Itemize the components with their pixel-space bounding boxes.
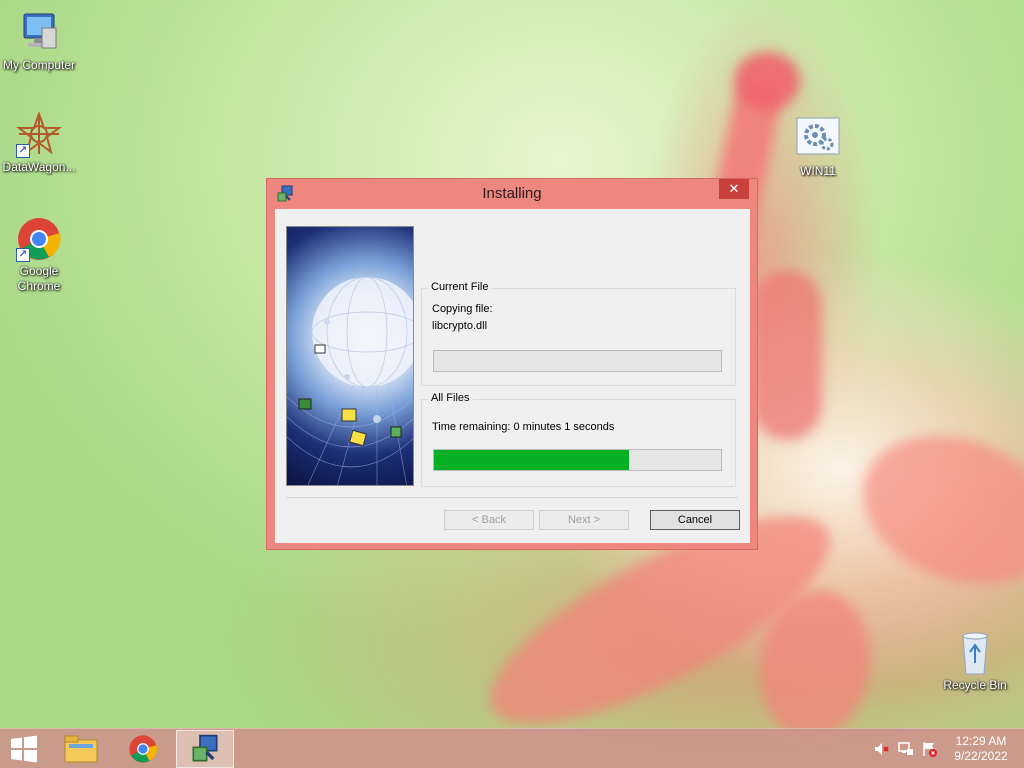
cancel-button[interactable]: Cancel <box>650 510 740 530</box>
shortcut-arrow-icon: ↗ <box>16 144 30 158</box>
all-files-progress-fill <box>434 450 630 470</box>
desktop-icon-datawagon[interactable]: ↗ DataWagon... <box>0 111 78 175</box>
chrome-icon: ↗ <box>16 216 62 262</box>
datawagon-icon: ↗ <box>16 111 62 158</box>
next-button[interactable]: Next > <box>539 510 629 530</box>
taskbar-file-explorer[interactable] <box>52 730 110 768</box>
taskbar-installer[interactable] <box>176 730 234 768</box>
file-explorer-icon <box>64 735 98 763</box>
desktop-icon-label: DataWagon... <box>2 160 76 174</box>
start-icon <box>11 735 37 763</box>
time-remaining-label: Time remaining: 0 minutes 1 seconds <box>432 421 615 433</box>
taskbar-chrome[interactable] <box>114 730 172 768</box>
installer-banner-image <box>286 226 414 486</box>
current-filename: libcrypto.dll <box>432 320 488 332</box>
dialog-titlebar[interactable]: Installing ✕ <box>267 179 757 209</box>
close-button[interactable]: ✕ <box>719 179 749 199</box>
system-clock[interactable]: 12:29 AM 9/22/2022 <box>946 734 1016 764</box>
gear-file-icon <box>795 116 841 162</box>
dialog-title: Installing <box>482 185 542 202</box>
desktop-icon-label: My Computer <box>2 58 76 72</box>
installing-dialog: Installing ✕ Current File Copying file: … <box>266 178 758 550</box>
volume-muted-icon[interactable] <box>874 741 890 757</box>
action-center-icon[interactable] <box>922 741 938 757</box>
taskbar: 12:29 AM 9/22/2022 <box>0 728 1024 768</box>
copying-file-label: Copying file: <box>432 303 493 315</box>
current-file-legend: Current File <box>428 281 492 293</box>
network-icon[interactable] <box>898 741 914 757</box>
desktop-icon-label: Recycle Bin <box>943 678 1007 692</box>
start-button[interactable] <box>0 730 48 768</box>
desktop-icon-label: WIN11 <box>800 164 836 178</box>
shortcut-arrow-icon: ↗ <box>16 248 30 262</box>
computer-icon <box>16 10 62 56</box>
close-icon: ✕ <box>728 181 740 196</box>
all-files-group: All Files Time remaining: 0 minutes 1 se… <box>421 392 736 487</box>
desktop-icon-google-chrome[interactable]: ↗ Google Chrome <box>0 216 78 294</box>
current-file-progress-bar <box>433 350 722 372</box>
desktop-icon-win11[interactable]: WIN11 <box>779 116 857 179</box>
clock-time: 12:29 AM <box>955 734 1007 748</box>
desktop-icon-my-computer[interactable]: My Computer <box>0 10 78 73</box>
clock-date: 9/22/2022 <box>954 749 1008 763</box>
dialog-client-area: Current File Copying file: libcrypto.dll… <box>275 209 750 543</box>
desktop-icon-recycle-bin[interactable]: Recycle Bin <box>936 630 1014 693</box>
desktop-icon-label: Google Chrome <box>17 264 61 293</box>
recycle-bin-icon <box>952 630 998 676</box>
back-button[interactable]: < Back <box>444 510 534 530</box>
current-file-group: Current File Copying file: libcrypto.dll <box>421 281 736 386</box>
chrome-icon <box>129 735 158 763</box>
all-files-legend: All Files <box>428 392 473 404</box>
all-files-progress-bar <box>433 449 722 471</box>
installer-icon <box>192 734 218 762</box>
button-separator <box>286 497 738 498</box>
